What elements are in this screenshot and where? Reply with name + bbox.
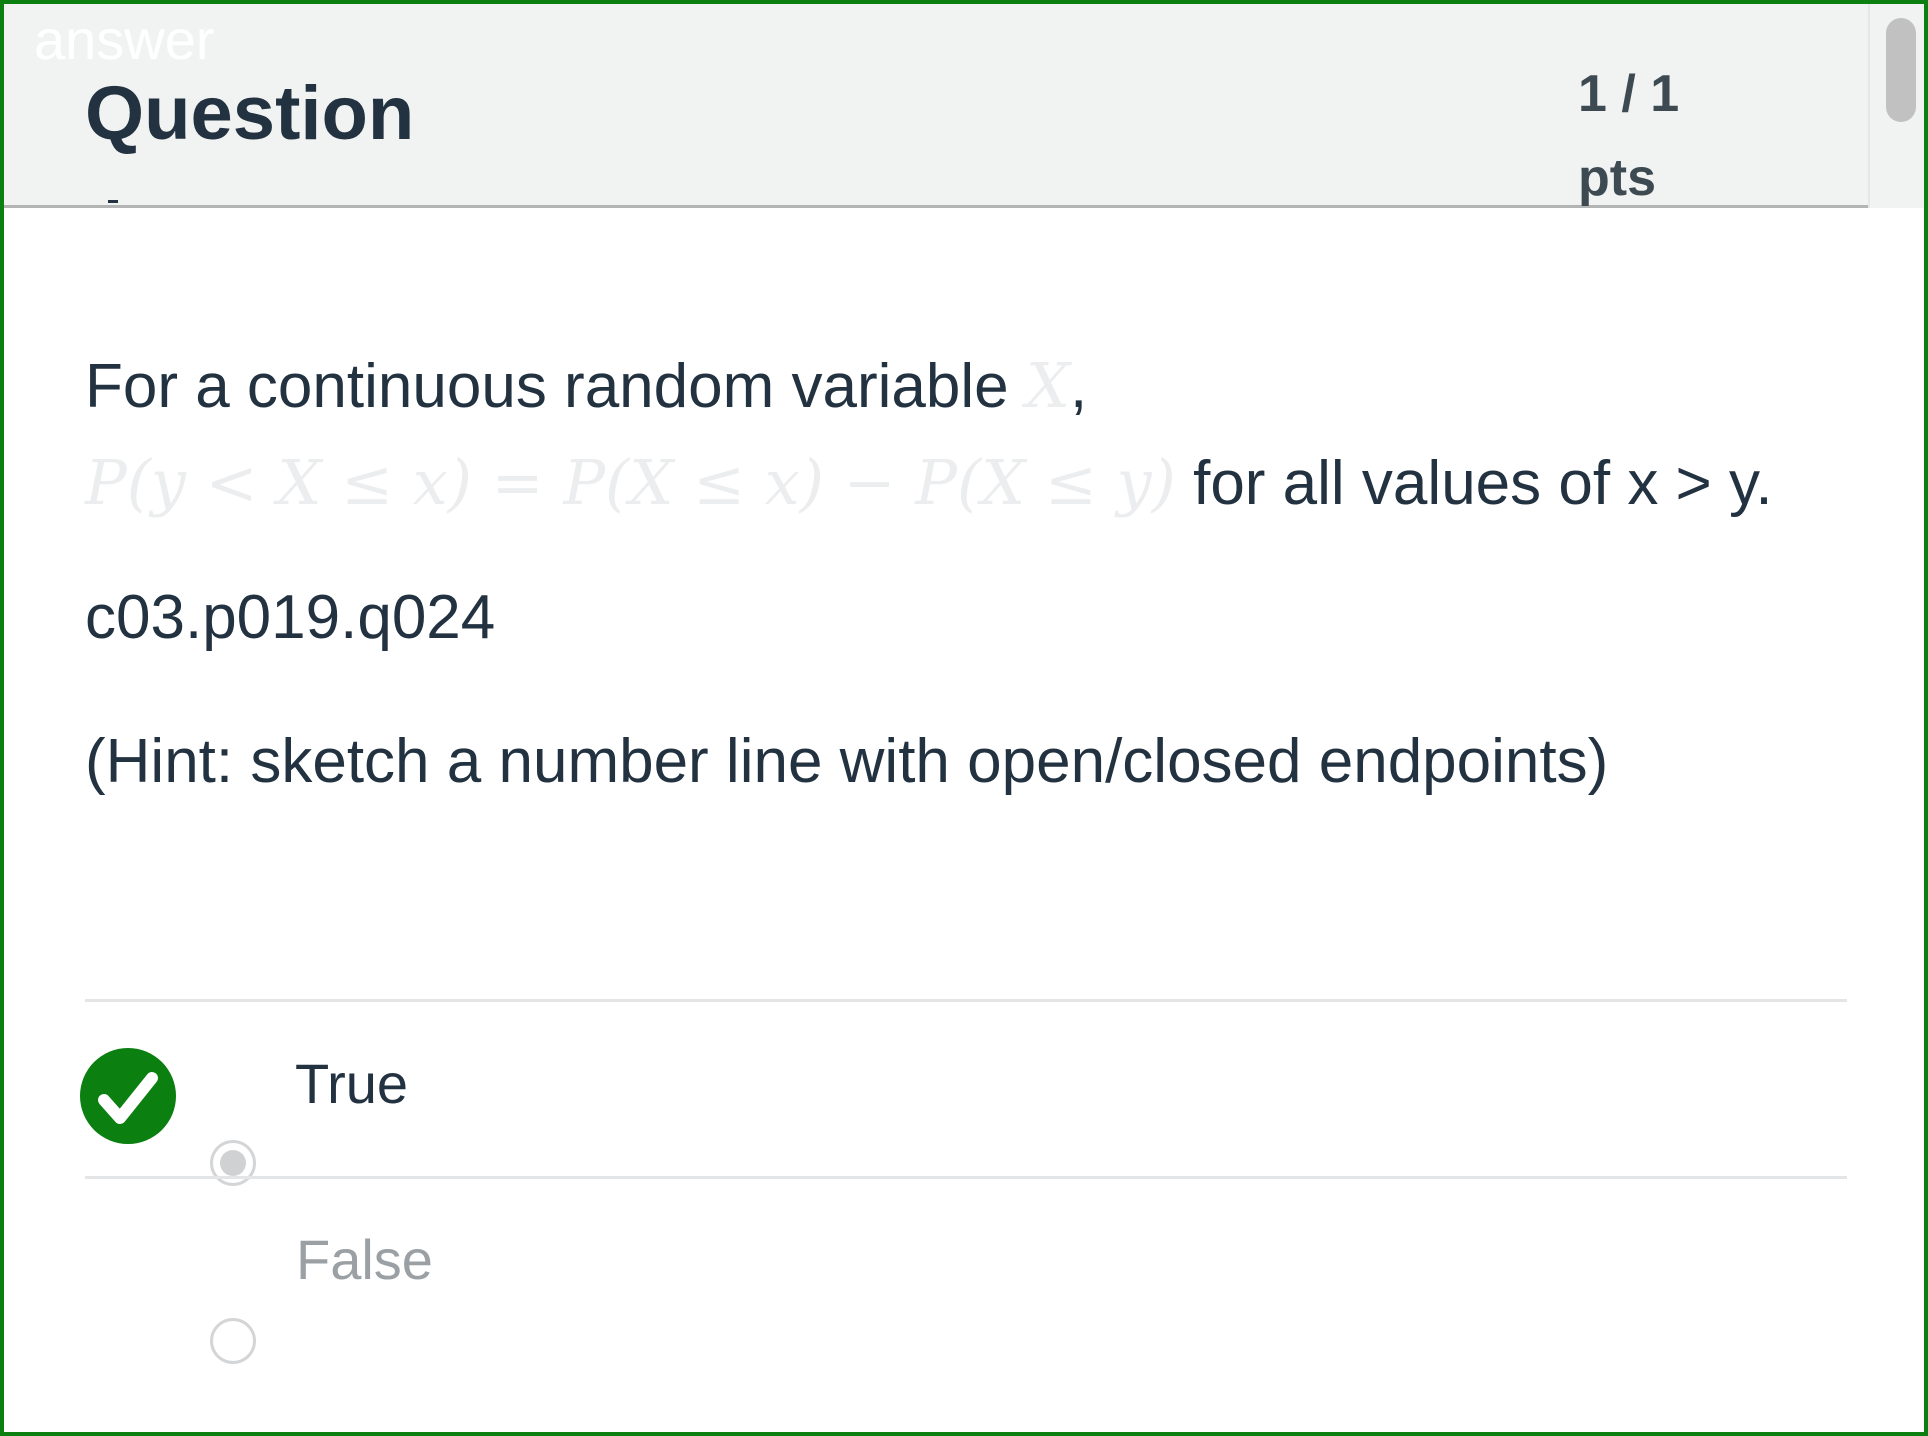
answers-divider-middle [85, 1176, 1847, 1179]
checkmark-icon [98, 1072, 158, 1124]
question-text-intro: For a continuous random variable [85, 352, 1026, 421]
question-header: answer Question 1 / 1 pts [4, 4, 1924, 208]
answer-overlay-label: answer [34, 8, 215, 71]
answer-label-false: False [296, 1228, 433, 1291]
question-text-comma: , [1069, 352, 1088, 421]
math-variable: X [1025, 349, 1070, 422]
title-clipped-text [108, 200, 118, 203]
points-value: 1 / 1 [1578, 65, 1680, 123]
math-equation: P(y < X ≤ x) = P(X ≤ x) − P(X ≤ y) [85, 446, 1176, 519]
radio-unselected-icon[interactable] [210, 1318, 256, 1364]
question-body: For a continuous random variable X, P(y <… [85, 338, 1865, 810]
question-text-condition: for all values of x > y. [1175, 449, 1773, 518]
answer-label-true: True [295, 1052, 409, 1115]
answers-divider-top [85, 999, 1847, 1002]
quiz-question-panel: answer Question 1 / 1 pts For a continuo… [0, 0, 1928, 1436]
radio-selected-icon[interactable] [210, 1140, 256, 1186]
points-display: 1 / 1 pts [1578, 52, 1679, 220]
correct-answer-icon [80, 1048, 176, 1144]
scrollbar-thumb[interactable] [1886, 18, 1916, 122]
question-text: For a continuous random variable X, P(y <… [85, 338, 1865, 532]
question-code: c03.p019.q024 [85, 583, 496, 652]
question-hint: (Hint: sketch a number line with open/cl… [85, 727, 1609, 796]
scrollbar-track[interactable] [1868, 4, 1924, 208]
question-title: Question [85, 71, 415, 156]
points-unit: pts [1578, 149, 1656, 207]
